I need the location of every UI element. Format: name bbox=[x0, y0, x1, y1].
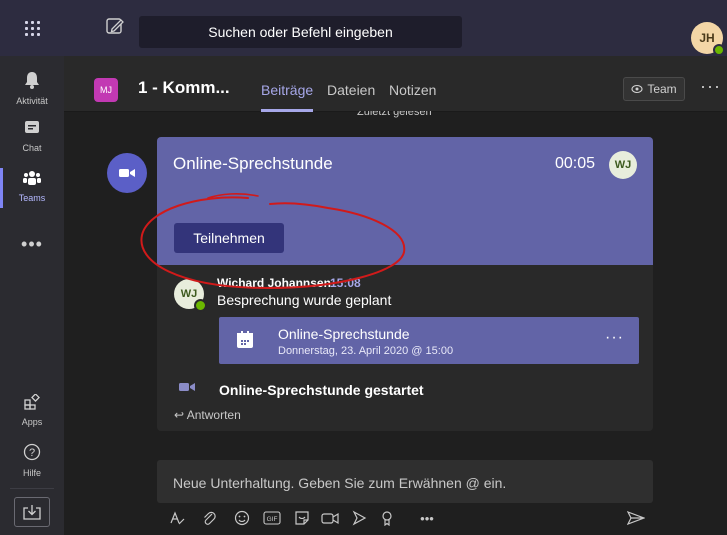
meeting-title: Online-Sprechstunde bbox=[173, 154, 333, 173]
app-rail: Aktivität Chat Teams ••• Apps ? Hilfe bbox=[0, 56, 64, 535]
message-text: Besprechung wurde geplant bbox=[217, 292, 392, 308]
calendar-icon bbox=[237, 331, 253, 348]
user-initials: JH bbox=[699, 31, 715, 45]
rail-item-apps[interactable]: Apps bbox=[0, 386, 64, 434]
last-read-divider: Zuletzt gelesen bbox=[357, 111, 432, 118]
participant-avatar[interactable]: WJ bbox=[609, 151, 637, 179]
more-icon: ••• bbox=[21, 233, 43, 254]
top-bar: Suchen oder Befehl eingeben JH bbox=[0, 0, 727, 56]
rail-label-chat: Chat bbox=[22, 142, 42, 153]
meeting-started-text: Online-Sprechstunde gestartet bbox=[219, 382, 424, 398]
meeting-camera-icon bbox=[107, 153, 147, 193]
rail-more-apps-button[interactable]: ••• bbox=[0, 220, 64, 268]
search-placeholder: Suchen oder Befehl eingeben bbox=[208, 24, 393, 40]
svg-text:?: ? bbox=[29, 447, 35, 459]
reply-arrow-icon: ↩ bbox=[174, 408, 185, 422]
compose-icon bbox=[106, 18, 124, 34]
invite-more-icon[interactable]: ··· bbox=[605, 329, 624, 347]
stream-icon[interactable] bbox=[349, 508, 369, 528]
praise-icon[interactable] bbox=[377, 508, 397, 528]
emoji-icon[interactable] bbox=[232, 508, 252, 528]
status-available-icon bbox=[194, 299, 207, 312]
gif-icon[interactable]: GIF bbox=[262, 508, 282, 528]
rail-item-chat[interactable]: Chat bbox=[0, 112, 64, 160]
reply-label: Antworten bbox=[186, 408, 241, 422]
rail-item-activity[interactable]: Aktivität bbox=[0, 64, 64, 112]
rail-label-help: Hilfe bbox=[22, 467, 41, 478]
author-initials: WJ bbox=[180, 288, 198, 300]
apps-icon bbox=[24, 392, 40, 414]
attach-icon[interactable] bbox=[199, 508, 219, 528]
rail-label-teams: Teams bbox=[18, 192, 46, 203]
team-button[interactable]: Team bbox=[623, 77, 685, 101]
format-icon[interactable] bbox=[167, 508, 187, 528]
message-time: 15:08 bbox=[330, 276, 361, 290]
new-chat-button[interactable] bbox=[104, 16, 126, 38]
tab-posts[interactable]: Beiträge bbox=[261, 82, 313, 98]
search-input[interactable]: Suchen oder Befehl eingeben bbox=[139, 16, 462, 48]
more-options-icon[interactable]: ••• bbox=[417, 508, 437, 528]
user-avatar[interactable]: JH bbox=[691, 22, 725, 56]
teams-icon bbox=[23, 170, 41, 190]
tab-notes[interactable]: Notizen bbox=[389, 82, 436, 98]
active-tab-indicator bbox=[261, 109, 313, 112]
channel-more-icon[interactable]: ··· bbox=[700, 76, 721, 97]
channel-title[interactable]: 1 - Komm... bbox=[138, 78, 230, 98]
meeting-timer: 00:05 bbox=[555, 155, 596, 172]
team-button-label: Team bbox=[647, 82, 677, 96]
meeting-invite-card[interactable]: Online-Sprechstunde Donnerstag, 23. Apri… bbox=[219, 317, 639, 364]
channel-header: MJ 1 - Komm... Beiträge Dateien Notizen … bbox=[64, 56, 727, 112]
participant-initials: WJ bbox=[614, 159, 632, 171]
help-icon: ? bbox=[23, 443, 41, 465]
meet-now-icon[interactable] bbox=[320, 508, 340, 528]
join-button-label: Teilnehmen bbox=[193, 230, 265, 246]
download-app-button[interactable] bbox=[14, 497, 50, 527]
meeting-started-icon bbox=[179, 383, 195, 391]
invite-title: Online-Sprechstunde bbox=[278, 326, 410, 342]
message-thread: WJ Wichard Johannsen 15:08 Besprechung w… bbox=[157, 265, 653, 431]
rail-divider bbox=[10, 488, 54, 489]
waffle-icon bbox=[24, 20, 40, 36]
download-icon bbox=[23, 505, 41, 520]
send-button[interactable] bbox=[625, 508, 647, 528]
compose-input[interactable]: Neue Unterhaltung. Geben Sie zum Erwähne… bbox=[157, 460, 653, 503]
sticker-icon[interactable] bbox=[292, 508, 312, 528]
chat-icon bbox=[24, 120, 40, 140]
meeting-card: Online-Sprechstunde 00:05 WJ Teilnehmen bbox=[157, 137, 653, 265]
rail-item-teams[interactable]: Teams bbox=[0, 162, 64, 210]
message-author: Wichard Johannsen bbox=[217, 276, 331, 290]
bell-icon bbox=[24, 71, 40, 93]
eye-icon bbox=[631, 84, 643, 94]
status-available-icon bbox=[713, 44, 725, 56]
compose-toolbar: GIF ••• bbox=[157, 506, 653, 530]
rail-label-apps: Apps bbox=[21, 416, 43, 427]
compose-placeholder: Neue Unterhaltung. Geben Sie zum Erwähne… bbox=[173, 475, 507, 491]
tab-files[interactable]: Dateien bbox=[327, 82, 375, 98]
svg-text:GIF: GIF bbox=[267, 516, 278, 523]
app-launcher-button[interactable] bbox=[0, 0, 64, 56]
rail-item-help[interactable]: ? Hilfe bbox=[0, 436, 64, 484]
invite-date: Donnerstag, 23. April 2020 @ 15:00 bbox=[278, 345, 454, 357]
team-avatar[interactable]: MJ bbox=[94, 78, 118, 102]
team-initials: MJ bbox=[100, 85, 112, 95]
join-button[interactable]: Teilnehmen bbox=[174, 223, 284, 253]
reply-button[interactable]: ↩ Antworten bbox=[174, 408, 241, 422]
send-icon bbox=[627, 511, 645, 525]
author-avatar[interactable]: WJ bbox=[174, 279, 207, 312]
rail-label-activity: Aktivität bbox=[16, 95, 48, 106]
